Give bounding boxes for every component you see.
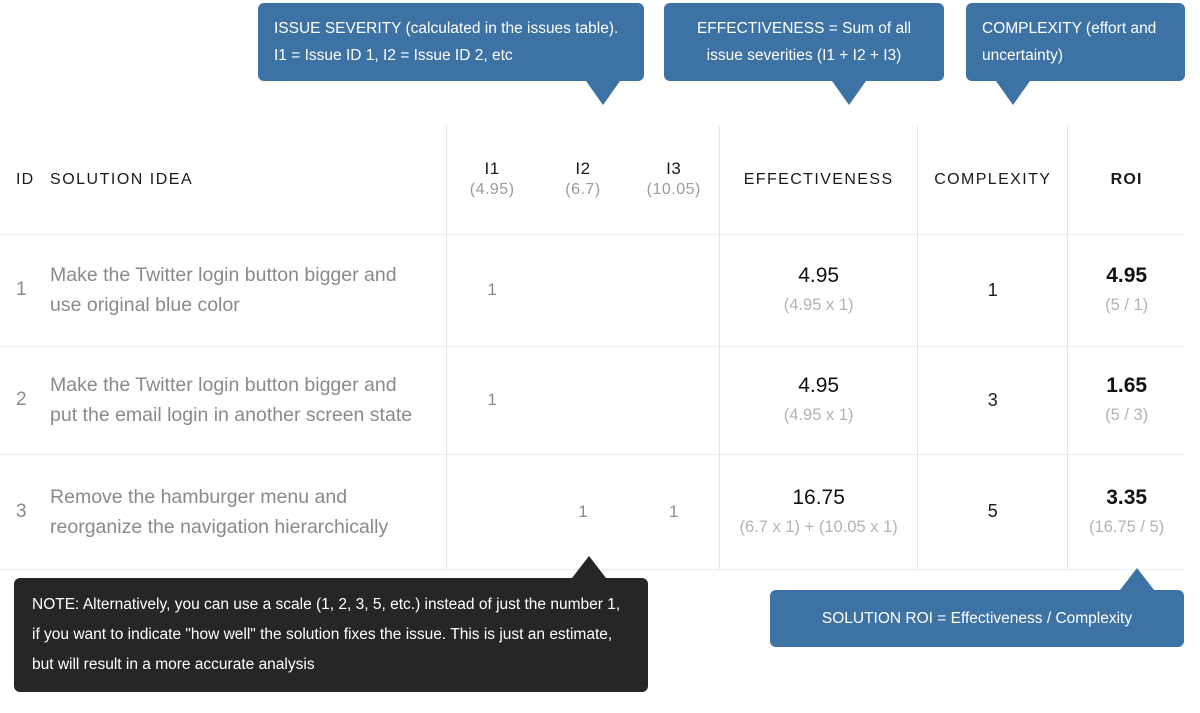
column-header-solution-idea: SOLUTION IDEA (50, 170, 194, 188)
cell-solution-idea: Remove the hamburger menu and reorganize… (50, 485, 389, 538)
callout-tail-icon (996, 81, 1030, 105)
cell-effectiveness: 4.95 (4.95 x 1) (719, 346, 918, 454)
cell-roi-value: 4.95 (1106, 264, 1148, 287)
table-row: 1 Make the Twitter login button bigger a… (0, 234, 1185, 346)
callout-effectiveness-text: EFFECTIVENESS = Sum of all issue severit… (696, 20, 912, 64)
cell-roi-value: 3.35 (1106, 485, 1148, 509)
cell-id: 3 (16, 500, 27, 522)
callout-effectiveness: EFFECTIVENESS = Sum of all issue severit… (664, 3, 944, 105)
column-header-i3-severity: (10.05) (646, 181, 701, 199)
callout-solution-roi-text: SOLUTION ROI = Effectiveness / Complexit… (821, 610, 1133, 627)
cell-effectiveness-value: 4.95 (798, 264, 840, 287)
column-header-complexity: COMPLEXITY (917, 126, 1068, 234)
cell-i3 (628, 234, 719, 346)
cell-effectiveness: 16.75 (6.7 x 1) + (10.05 x 1) (719, 454, 918, 569)
callout-complexity-text: COMPLEXITY (effort and uncertainty) (982, 20, 1157, 64)
cell-complexity: 3 (917, 346, 1068, 454)
column-header-effectiveness: EFFECTIVENESS (719, 126, 918, 234)
cell-i3 (628, 346, 719, 454)
column-header-i2-label: I2 (575, 159, 591, 179)
cell-effectiveness-value: 4.95 (798, 374, 840, 397)
table-body: 1 Make the Twitter login button bigger a… (0, 234, 1185, 569)
column-header-id: ID (16, 170, 35, 188)
cell-roi-formula: (5 / 3) (1105, 406, 1149, 424)
cell-i1: 1 (445, 346, 538, 454)
callout-note: NOTE: Alternatively, you can use a scale… (14, 556, 648, 692)
cell-id: 1 (16, 279, 27, 300)
callout-tail-icon (572, 556, 606, 578)
column-header-roi: ROI (1067, 126, 1185, 234)
table-header: ID SOLUTION IDEA I1 (4.95) I2 (6.7) I3 (… (0, 126, 1185, 234)
column-header-i2-severity: (6.7) (565, 181, 601, 199)
cell-effectiveness: 4.95 (4.95 x 1) (719, 234, 918, 346)
cell-i2: 1 (578, 501, 588, 521)
table-row: 3 Remove the hamburger menu and reorgani… (0, 454, 1185, 569)
cell-i1: 1 (445, 234, 538, 346)
column-header-i2: I2 (6.7) (537, 126, 628, 234)
cell-effectiveness-value: 16.75 (792, 485, 845, 509)
table-row: 2 Make the Twitter login button bigger a… (0, 346, 1185, 454)
cell-effectiveness-formula: (4.95 x 1) (783, 296, 854, 314)
cell-effectiveness-formula: (6.7 x 1) + (10.05 x 1) (739, 517, 898, 536)
callout-note-text: NOTE: Alternatively, you can use a scale… (32, 596, 621, 673)
cell-roi: 1.65 (5 / 3) (1067, 346, 1185, 454)
callout-tail-icon (1120, 568, 1154, 590)
callout-tail-icon (586, 81, 620, 105)
cell-roi: 4.95 (5 / 1) (1067, 234, 1185, 346)
callout-issue-severity-text: ISSUE SEVERITY (calculated in the issues… (274, 20, 619, 64)
table-header-row: ID SOLUTION IDEA I1 (4.95) I2 (6.7) I3 (… (0, 126, 1185, 234)
cell-i2 (537, 234, 628, 346)
cell-roi-formula: (5 / 1) (1105, 296, 1149, 314)
column-header-i1-severity: (4.95) (469, 181, 515, 199)
cell-i3: 1 (669, 501, 679, 521)
callout-tail-icon (832, 81, 866, 105)
cell-i2 (537, 346, 628, 454)
column-header-i3-label: I3 (666, 159, 682, 179)
column-header-i1: I1 (4.95) (445, 126, 538, 234)
cell-complexity: 1 (917, 234, 1068, 346)
column-header-i3: I3 (10.05) (628, 126, 719, 234)
solution-roi-table: ID SOLUTION IDEA I1 (4.95) I2 (6.7) I3 (… (0, 126, 1185, 570)
callout-issue-severity: ISSUE SEVERITY (calculated in the issues… (258, 3, 644, 105)
column-header-i1-label: I1 (484, 159, 500, 179)
cell-solution-idea: Make the Twitter login button bigger and… (50, 264, 397, 316)
cell-solution-idea: Make the Twitter login button bigger and… (50, 374, 413, 426)
cell-roi-value: 1.65 (1106, 374, 1148, 397)
cell-roi: 3.35 (16.75 / 5) (1067, 454, 1185, 569)
cell-i1 (445, 454, 538, 569)
callout-solution-roi: SOLUTION ROI = Effectiveness / Complexit… (770, 568, 1184, 647)
callout-complexity: COMPLEXITY (effort and uncertainty) (966, 3, 1185, 105)
cell-complexity: 5 (917, 454, 1068, 569)
cell-roi-formula: (16.75 / 5) (1089, 517, 1165, 536)
cell-id: 2 (16, 389, 27, 410)
cell-effectiveness-formula: (4.95 x 1) (783, 406, 854, 424)
